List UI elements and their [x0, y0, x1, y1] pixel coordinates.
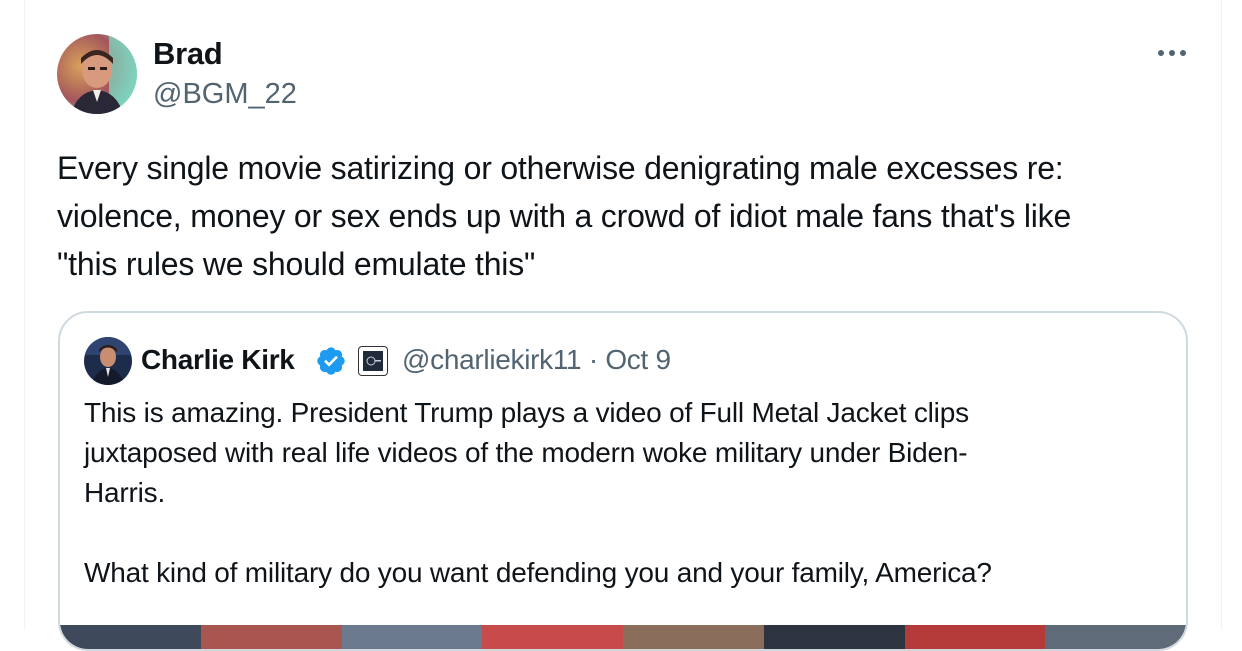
- tweet-text: Every single movie satirizing or otherwi…: [57, 150, 1072, 282]
- affiliate-badge-icon[interactable]: [358, 346, 388, 376]
- quoted-tweet-card[interactable]: Charlie Kirk @charliekirk11 · Oct 9 This…: [58, 311, 1188, 651]
- quoted-date[interactable]: Oct 9: [605, 344, 671, 375]
- author-name[interactable]: Brad: [153, 36, 223, 72]
- author-avatar[interactable]: [57, 34, 137, 114]
- meta-separator: ·: [588, 344, 598, 375]
- quoted-meta: @charliekirk11 · Oct 9: [402, 343, 671, 377]
- quoted-author-handle[interactable]: @charliekirk11: [402, 344, 582, 375]
- quoted-tweet-text: This is amazing. President Trump plays a…: [84, 397, 992, 588]
- more-horizontal-icon: [1158, 50, 1186, 56]
- more-options-button[interactable]: [1152, 38, 1192, 68]
- quoted-author-avatar[interactable]: [84, 337, 132, 385]
- quoted-author-name[interactable]: Charlie Kirk: [141, 343, 295, 377]
- quoted-media-preview[interactable]: [60, 625, 1186, 649]
- author-handle[interactable]: @BGM_22: [153, 77, 297, 111]
- verified-badge-icon: [317, 347, 345, 375]
